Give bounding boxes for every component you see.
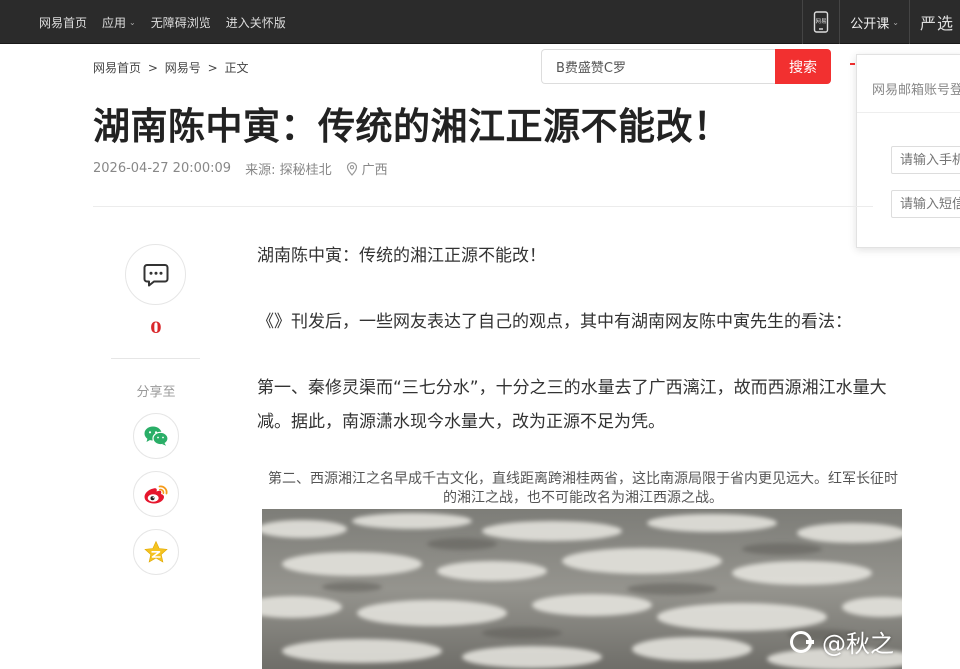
yanxuan-link[interactable]: 严选 bbox=[908, 0, 960, 44]
nav-elder-mode-link[interactable]: 进入关怀版 bbox=[226, 14, 286, 31]
share-weibo-button[interactable] bbox=[133, 471, 179, 517]
image-watermark: @秋之 bbox=[790, 624, 894, 659]
login-title: 网易邮箱账号登 bbox=[872, 83, 960, 98]
qzone-star-icon bbox=[144, 540, 168, 563]
breadcrumb: 网易首页 > 网易号 > 正文 bbox=[93, 59, 251, 76]
top-nav-right: 网易 公开课 ⌄ 严选 bbox=[802, 0, 960, 44]
article-paragraph: 湖南陈中寅：传统的湘江正源不能改！ bbox=[257, 246, 546, 266]
comment-bubble-icon bbox=[143, 263, 168, 286]
top-nav-links: 网易首页 应用 ⌄ 无障碍浏览 进入关怀版 bbox=[39, 0, 301, 44]
article-meta: 2026-04-27 20:00:09 来源: 探秘桂北 广西 bbox=[93, 159, 388, 178]
login-divider bbox=[857, 112, 960, 113]
sidebar-divider bbox=[111, 358, 200, 359]
image-caption: 第二、西源湘江之名早成千古文化，直线距离跨湘桂两省，这比南源局限于省内更见远大。… bbox=[268, 471, 898, 506]
search-button[interactable]: 搜索 bbox=[775, 49, 831, 84]
chevron-down-icon: ⌄ bbox=[892, 17, 899, 27]
phone-number-input[interactable] bbox=[891, 146, 960, 174]
publish-datetime: 2026-04-27 20:00:09 bbox=[93, 161, 232, 176]
location-pin-icon bbox=[346, 161, 357, 176]
comment-count[interactable]: 0 bbox=[142, 318, 170, 337]
weibo-icon bbox=[144, 485, 168, 504]
open-course-dropdown[interactable]: 公开课 ⌄ bbox=[839, 0, 909, 44]
share-wechat-button[interactable] bbox=[133, 413, 179, 459]
phone-icon: 网易 bbox=[814, 11, 829, 33]
search-input[interactable] bbox=[541, 49, 777, 84]
mobile-app-button[interactable]: 网易 bbox=[802, 0, 839, 44]
breadcrumb-home-link[interactable]: 网易首页 bbox=[93, 61, 141, 75]
login-popup: 网易邮箱账号登 bbox=[856, 54, 960, 248]
breadcrumb-separator: > bbox=[147, 61, 158, 75]
watermark-logo-icon bbox=[790, 630, 814, 653]
breadcrumb-neteasehao-link[interactable]: 网易号 bbox=[165, 61, 201, 75]
share-qzone-button[interactable] bbox=[133, 529, 179, 575]
comment-button[interactable] bbox=[125, 244, 186, 305]
phone-label: 网易 bbox=[816, 18, 827, 25]
nav-accessibility-link[interactable]: 无障碍浏览 bbox=[151, 14, 211, 31]
article-paragraph: 《》刊发后，一些网友表达了自己的观点，其中有湖南网友陈中寅先生的看法： bbox=[257, 312, 852, 332]
wechat-icon bbox=[144, 426, 169, 446]
nav-apps-dropdown[interactable]: 应用 ⌄ bbox=[102, 14, 136, 31]
article-paragraph: 第一、秦修灵渠而“三七分水”，十分之三的水量去了广西漓江，故而西源湘江水量大减。… bbox=[257, 378, 887, 432]
nav-netease-home-link[interactable]: 网易首页 bbox=[39, 14, 87, 31]
title-divider bbox=[93, 206, 873, 207]
breadcrumb-separator: > bbox=[207, 61, 218, 75]
sms-code-input[interactable] bbox=[891, 190, 960, 218]
share-label: 分享至 bbox=[136, 385, 176, 400]
article-source[interactable]: 来源: 探秘桂北 bbox=[245, 159, 332, 178]
article-title: 湖南陈中寅：传统的湘江正源不能改！ bbox=[93, 105, 731, 148]
chevron-down-icon: ⌄ bbox=[129, 17, 136, 27]
breadcrumb-current: 正文 bbox=[224, 61, 249, 75]
top-nav-bar: 网易首页 应用 ⌄ 无障碍浏览 进入关怀版 网易 公开课 ⌄ 严选 bbox=[0, 0, 960, 44]
article-location: 广西 bbox=[361, 163, 388, 178]
